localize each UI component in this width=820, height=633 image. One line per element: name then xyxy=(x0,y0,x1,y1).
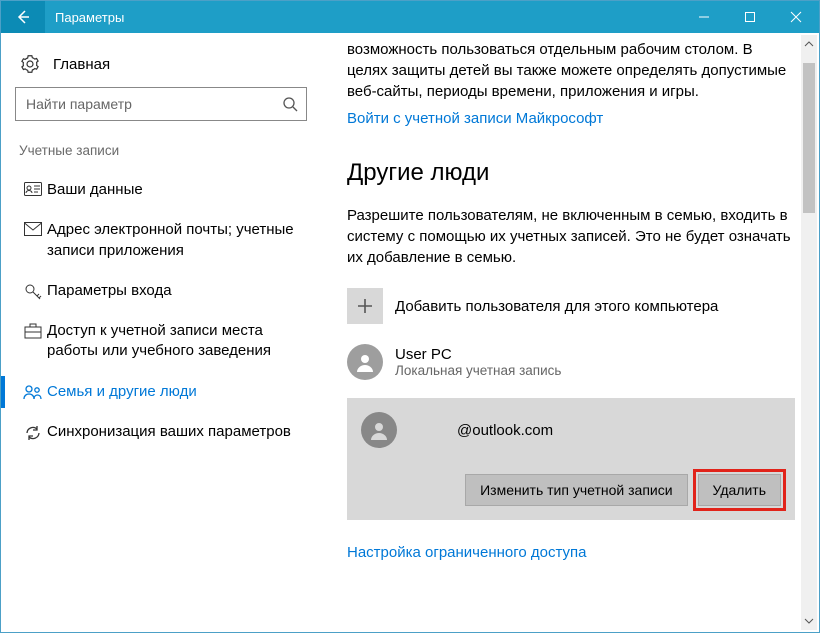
mail-icon xyxy=(19,220,47,236)
briefcase-icon xyxy=(19,321,47,339)
main-panel: возможность пользоваться отдельным рабоч… xyxy=(331,33,819,632)
sidebar-item-label: Адрес электронной почты; учетные записи … xyxy=(47,220,317,261)
user-email: @outlook.com xyxy=(457,422,553,439)
minimize-icon xyxy=(698,11,710,23)
search-box[interactable] xyxy=(15,87,307,121)
scroll-thumb[interactable] xyxy=(803,63,815,213)
sidebar-item-sync[interactable]: Синхронизация ваших параметров xyxy=(15,412,321,452)
user-entry[interactable]: User PC Локальная учетная запись xyxy=(347,344,795,380)
sidebar-item-label: Семья и другие люди xyxy=(47,382,317,402)
section-label: Учетные записи xyxy=(15,135,321,170)
scroll-up-icon[interactable] xyxy=(801,35,817,53)
maximize-icon xyxy=(744,11,756,23)
home-nav[interactable]: Главная xyxy=(15,51,321,87)
sidebar-item-label: Ваши данные xyxy=(47,180,317,200)
titlebar: Параметры xyxy=(1,1,819,33)
home-label: Главная xyxy=(53,56,110,73)
person-card-icon xyxy=(19,180,47,196)
other-people-desc: Разрешите пользователям, не включенным в… xyxy=(347,205,795,268)
sidebar-item-label: Доступ к учетной записи места работы или… xyxy=(47,321,317,362)
other-people-heading: Другие люди xyxy=(347,159,795,187)
user-name: User PC xyxy=(395,346,561,363)
search-input[interactable] xyxy=(26,96,282,112)
plus-icon xyxy=(347,288,383,324)
minimize-button[interactable] xyxy=(681,1,727,33)
add-user-button[interactable]: Добавить пользователя для этого компьюте… xyxy=(347,288,795,324)
delete-button[interactable]: Удалить xyxy=(698,474,781,506)
sidebar: Главная Учетные записи Ваши данные А xyxy=(1,33,331,632)
avatar-icon xyxy=(361,412,397,448)
gear-icon xyxy=(19,55,41,73)
people-icon xyxy=(19,382,47,400)
maximize-button[interactable] xyxy=(727,1,773,33)
key-icon xyxy=(19,281,47,301)
signin-ms-link[interactable]: Войти с учетной записи Майкрософт xyxy=(347,110,795,127)
sidebar-item-email[interactable]: Адрес электронной почты; учетные записи … xyxy=(15,210,321,271)
avatar-icon xyxy=(347,344,383,380)
sidebar-item-work-access[interactable]: Доступ к учетной записи места работы или… xyxy=(15,311,321,372)
sidebar-item-label: Параметры входа xyxy=(47,281,317,301)
user-subtitle: Локальная учетная запись xyxy=(395,363,561,378)
search-icon xyxy=(282,96,298,112)
sidebar-item-signin[interactable]: Параметры входа xyxy=(15,271,321,311)
arrow-left-icon xyxy=(15,9,31,25)
close-icon xyxy=(790,11,802,23)
add-user-label: Добавить пользователя для этого компьюте… xyxy=(395,298,718,315)
scroll-down-icon[interactable] xyxy=(801,612,817,630)
restricted-access-link[interactable]: Настройка ограниченного доступа xyxy=(347,544,795,561)
selected-user-block[interactable]: @outlook.com Изменить тип учетной записи… xyxy=(347,398,795,520)
sidebar-item-family[interactable]: Семья и другие люди xyxy=(15,372,321,412)
window-title: Параметры xyxy=(45,10,124,25)
close-button[interactable] xyxy=(773,1,819,33)
sidebar-item-label: Синхронизация ваших параметров xyxy=(47,422,317,442)
intro-paragraph: возможность пользоваться отдельным рабоч… xyxy=(347,39,795,102)
sidebar-item-your-info[interactable]: Ваши данные xyxy=(15,170,321,210)
scrollbar[interactable] xyxy=(801,35,817,630)
back-button[interactable] xyxy=(1,1,45,33)
sync-icon xyxy=(19,422,47,442)
change-account-type-button[interactable]: Изменить тип учетной записи xyxy=(465,474,687,506)
